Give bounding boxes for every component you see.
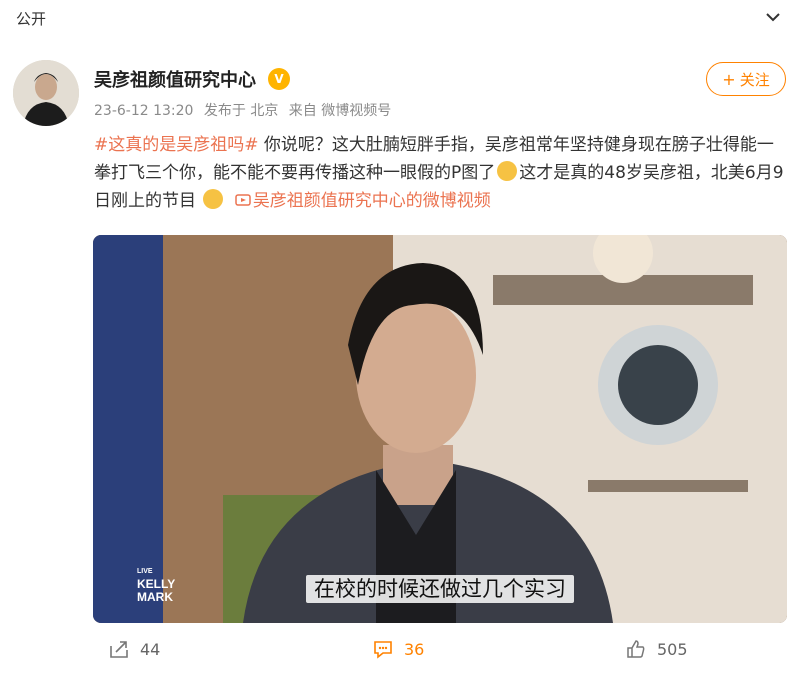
post-meta: 23-6-12 13:20 发布于 北京 来自 微博视频号 bbox=[94, 100, 397, 120]
plus-icon: + bbox=[722, 69, 736, 89]
top-bar: 公开 bbox=[0, 0, 800, 40]
post-location: 发布于 北京 bbox=[203, 103, 279, 119]
visibility-label: 公开 bbox=[16, 10, 47, 28]
sweat-emoji-icon bbox=[497, 161, 518, 181]
like-count: 505 bbox=[657, 639, 688, 659]
thumbs-up-icon bbox=[627, 640, 645, 658]
share-button[interactable]: 44 bbox=[108, 638, 160, 660]
comment-count: 36 bbox=[404, 639, 425, 659]
share-icon bbox=[110, 641, 128, 658]
action-bar: 44 36 505 bbox=[0, 630, 800, 670]
share-count: 44 bbox=[140, 639, 161, 659]
video-link[interactable]: 吴彦祖颜值研究中心的微博视频 bbox=[253, 191, 491, 211]
follow-button[interactable]: + 关注 bbox=[706, 62, 786, 96]
comment-button[interactable]: 36 bbox=[372, 638, 424, 660]
post-date: 23-6-12 13:20 bbox=[94, 103, 194, 119]
shocked-emoji-icon bbox=[203, 189, 224, 209]
comment-icon bbox=[374, 641, 392, 659]
video-player[interactable]: LIVE KELLY MARK 在校的时候还做过几个实习 bbox=[93, 235, 787, 623]
video-link-icon bbox=[235, 194, 251, 206]
chevron-down-icon[interactable] bbox=[764, 8, 782, 26]
post-source[interactable]: 来自 微博视频号 bbox=[289, 103, 391, 119]
avatar[interactable] bbox=[13, 60, 79, 126]
video-frame bbox=[93, 235, 787, 623]
verified-badge-icon: V bbox=[268, 68, 290, 90]
like-button[interactable]: 505 bbox=[625, 638, 688, 660]
video-subtitle: 在校的时候还做过几个实习 bbox=[93, 573, 787, 603]
post-text: #这真的是吴彦祖吗# 你说呢？这大肚腩短胖手指，吴彦祖常年坚持健身现在膀子壮得能… bbox=[94, 131, 784, 215]
follow-label: 关注 bbox=[739, 70, 770, 89]
author-name[interactable]: 吴彦祖颜值研究中心 bbox=[94, 66, 256, 92]
hashtag-link[interactable]: #这真的是吴彦祖吗# bbox=[94, 135, 259, 155]
